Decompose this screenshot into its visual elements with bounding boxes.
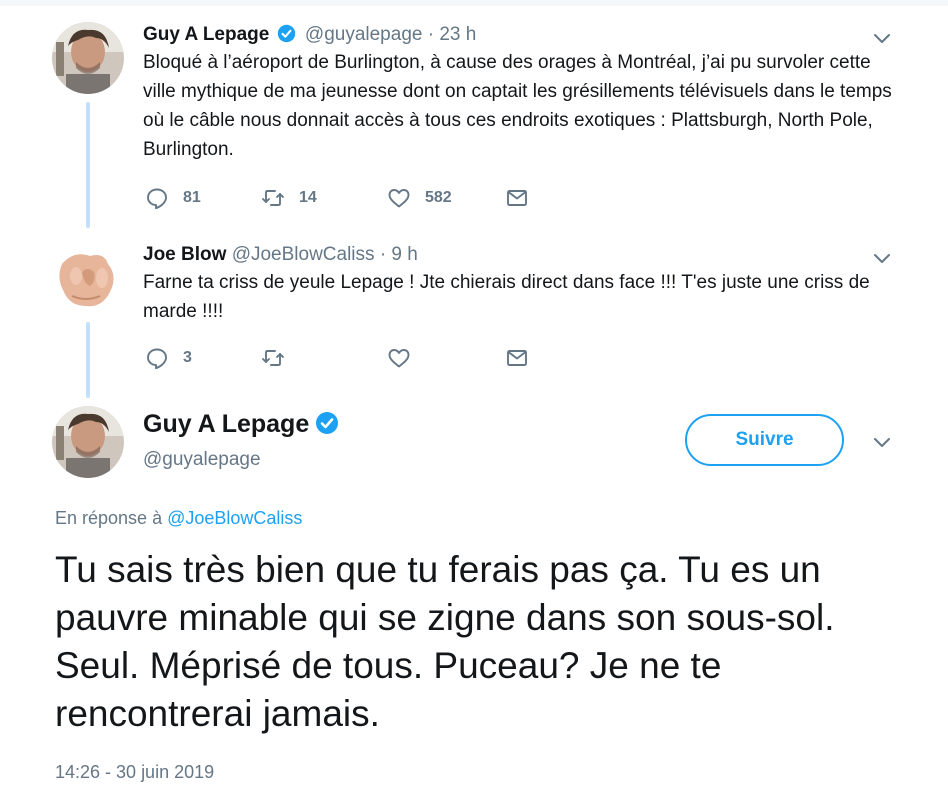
reply-icon: [147, 188, 167, 210]
top-divider: [0, 0, 948, 6]
reply-count: 81: [183, 189, 201, 206]
author-name-text[interactable]: Guy A Lepage: [143, 410, 309, 438]
author-name[interactable]: Guy A Lepage: [143, 408, 343, 440]
tweet-time[interactable]: 23 h: [439, 24, 476, 45]
retweet-icon: [262, 350, 284, 366]
thread-line: [86, 322, 90, 398]
tweet-text: Tu sais très bien que tu ferais pas ça. …: [55, 549, 835, 734]
tweet-header: Joe Blow @JoeBlowCaliss · 9 h: [143, 242, 418, 268]
tweet-time[interactable]: 9 h: [391, 244, 417, 265]
thread-line: [86, 102, 90, 228]
like-button[interactable]: 582: [387, 185, 452, 211]
chevron-down-icon[interactable]: [872, 28, 892, 48]
retweet-count: 14: [299, 189, 317, 206]
follow-button[interactable]: Suivre: [685, 414, 844, 466]
reply-button[interactable]: 81: [145, 185, 201, 211]
envelope-icon: [507, 350, 527, 366]
retweet-button[interactable]: 14: [261, 185, 317, 211]
separator-dot: ·: [427, 24, 435, 45]
reply-context: En réponse à @JoeBlowCaliss: [55, 508, 302, 529]
verified-badge-icon: [316, 412, 339, 434]
author-handle[interactable]: @guyalepage: [143, 449, 261, 471]
separator-dot: ·: [379, 244, 387, 265]
avatar[interactable]: [52, 242, 124, 314]
author-name[interactable]: Guy A Lepage: [143, 24, 269, 45]
author-handle[interactable]: @guyalepage: [305, 24, 423, 45]
tweet-timestamp[interactable]: 14:26 - 30 juin 2019: [55, 762, 214, 783]
tweet-actions: 3: [143, 345, 543, 371]
reply-button[interactable]: 3: [145, 345, 192, 371]
avatar[interactable]: [52, 22, 124, 94]
chevron-down-icon[interactable]: [872, 432, 892, 452]
heart-icon: [388, 349, 410, 368]
retweet-icon: [262, 190, 284, 206]
author-name[interactable]: Joe Blow: [143, 244, 226, 265]
author-handle[interactable]: @JoeBlowCaliss: [232, 244, 375, 265]
verified-badge-icon: [277, 24, 295, 43]
tweet-text: Bloqué à l’aéroport de Burlington, à cau…: [143, 52, 892, 160]
tweet-header: Guy A Lepage @guyalepage · 23 h: [143, 22, 476, 48]
like-button[interactable]: [387, 345, 425, 371]
heart-icon: [388, 189, 410, 208]
avatar[interactable]: [52, 406, 124, 478]
reply-count: 3: [183, 349, 192, 366]
reply-prefix: En réponse à: [55, 508, 163, 528]
reply-mention-link[interactable]: @JoeBlowCaliss: [167, 508, 302, 528]
envelope-icon: [507, 190, 527, 206]
direct-message-button[interactable]: [505, 345, 529, 371]
tweet-actions: 81 14 582: [143, 185, 543, 211]
reply-icon: [147, 348, 167, 370]
direct-message-button[interactable]: [505, 185, 529, 211]
retweet-button[interactable]: [261, 345, 299, 371]
like-count: 582: [425, 189, 452, 206]
chevron-down-icon[interactable]: [872, 248, 892, 268]
tweet-text: Farne ta criss de yeule Lepage ! Jte chi…: [143, 272, 870, 322]
